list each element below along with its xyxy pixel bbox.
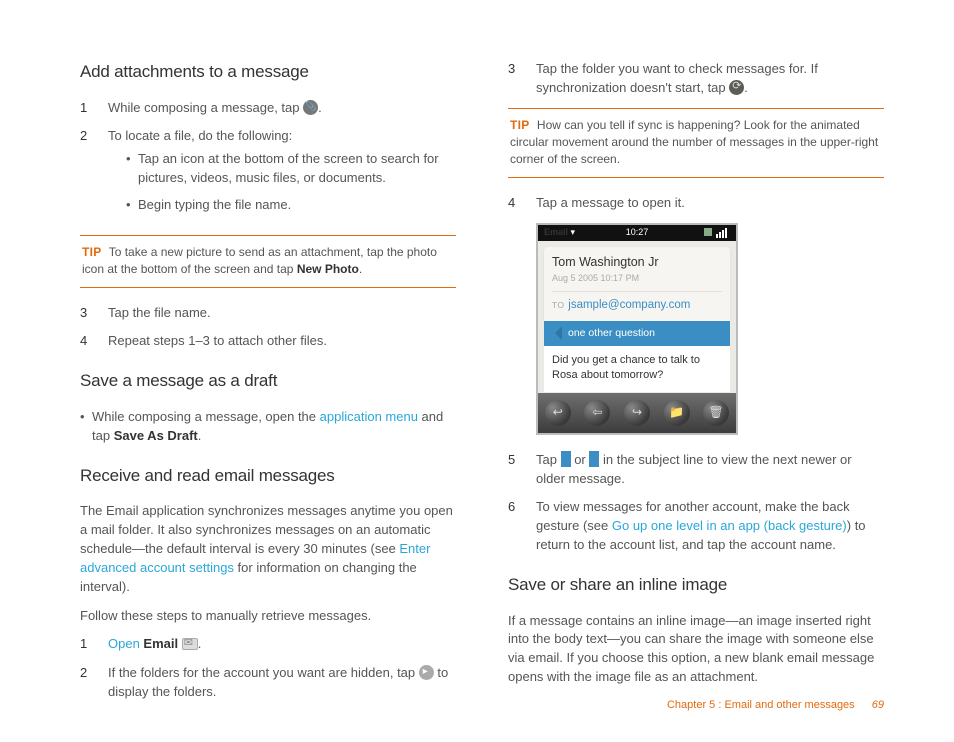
- mail-icon: [182, 638, 198, 650]
- application-menu-link[interactable]: application menu: [320, 409, 418, 424]
- sub-bullets: Tap an icon at the bottom of the screen …: [108, 150, 456, 215]
- phone-date: Aug 5 2005 10:17 PM: [552, 272, 722, 285]
- step-number: 4: [80, 332, 108, 351]
- step-2: 2 To locate a file, do the following: Ta…: [80, 127, 456, 224]
- step-text: While composing a message, tap .: [108, 99, 456, 118]
- bullet-item: While composing a message, open the appl…: [80, 408, 456, 446]
- step-number: 1: [80, 99, 108, 118]
- heading-receive-read: Receive and read email messages: [80, 464, 456, 489]
- paragraph: If a message contains an inline image—an…: [508, 612, 884, 687]
- nav-next-icon: [589, 451, 599, 467]
- chevron-left-icon: [552, 326, 562, 340]
- phone-subject-text: one other question: [568, 326, 655, 341]
- phone-body: Did you get a chance to talk to Rosa abo…: [544, 346, 730, 393]
- phone-screenshot: Email ▾ 10:27 Tom Washington Jr Aug 5 20…: [536, 223, 738, 435]
- folder-icon: 📁: [664, 400, 690, 426]
- step-2: 2 If the folders for the account you wan…: [80, 664, 456, 702]
- right-column: 3 Tap the folder you want to check messa…: [508, 60, 884, 712]
- heading-inline-image: Save or share an inline image: [508, 573, 884, 598]
- phone-sender: Tom Washington Jr: [552, 253, 722, 271]
- step-1: 1 While composing a message, tap .: [80, 99, 456, 118]
- step-number: 1: [80, 635, 108, 654]
- step-3: 3 Tap the folder you want to check messa…: [508, 60, 884, 98]
- paragraph: The Email application synchronizes messa…: [80, 502, 456, 596]
- heading-add-attachments: Add attachments to a message: [80, 60, 456, 85]
- footer-page-number: 69: [872, 699, 884, 711]
- open-link[interactable]: Open: [108, 636, 140, 651]
- step-3: 3 Tap the file name.: [80, 304, 456, 323]
- tip-text: To take a new picture to send as an atta…: [82, 245, 437, 276]
- expand-folder-icon: [419, 665, 434, 680]
- forward-icon: ↪: [624, 400, 650, 426]
- left-column: Add attachments to a message 1 While com…: [80, 60, 456, 712]
- step-number: 6: [508, 498, 536, 555]
- step-number: 4: [508, 194, 536, 213]
- step-text: Tap or in the subject line to view the n…: [536, 451, 884, 489]
- tip-text: How can you tell if sync is happening? L…: [510, 118, 878, 167]
- paragraph: Follow these steps to manually retrieve …: [80, 607, 456, 626]
- tip-label: TIP: [82, 245, 102, 259]
- step-1: 1 Open Email .: [80, 635, 456, 654]
- status-time: 10:27: [538, 226, 736, 239]
- trash-icon: 🗑: [703, 400, 729, 426]
- heading-save-draft: Save a message as a draft: [80, 369, 456, 394]
- step-number: 2: [80, 664, 108, 702]
- step-number: 2: [80, 127, 108, 224]
- tip-box: TIP How can you tell if sync is happenin…: [508, 108, 884, 178]
- back-gesture-link[interactable]: Go up one level in an app (back gesture): [612, 518, 847, 533]
- phone-subject-bar: one other question: [544, 321, 730, 346]
- phone-status-bar: Email ▾ 10:27: [538, 225, 736, 241]
- step-4: 4 Tap a message to open it.: [508, 194, 884, 213]
- step-text: Tap the file name.: [108, 304, 456, 323]
- tip-label: TIP: [510, 118, 530, 132]
- bullet-item: Begin typing the file name.: [108, 196, 456, 215]
- phone-to-row: TO jsample@company.com: [552, 291, 722, 319]
- step-text: To locate a file, do the following: Tap …: [108, 127, 456, 224]
- tip-bold: New Photo: [297, 262, 359, 276]
- phone-toolbar: ↩ ⇦ ↪ 📁 🗑: [538, 393, 736, 433]
- step-number: 3: [80, 304, 108, 323]
- reply-all-icon: ⇦: [584, 400, 610, 426]
- step-text: To view messages for another account, ma…: [536, 498, 884, 555]
- step-6: 6 To view messages for another account, …: [508, 498, 884, 555]
- step-5: 5 Tap or in the subject line to view the…: [508, 451, 884, 489]
- reply-icon: ↩: [545, 400, 571, 426]
- phone-to-label: TO: [552, 299, 564, 311]
- sync-icon: [729, 80, 744, 95]
- step-text: Repeat steps 1–3 to attach other files.: [108, 332, 456, 351]
- step-text: Tap the folder you want to check message…: [536, 60, 884, 98]
- phone-header-card: Tom Washington Jr Aug 5 2005 10:17 PM TO…: [544, 247, 730, 321]
- nav-prev-icon: [561, 451, 571, 467]
- step-number: 5: [508, 451, 536, 489]
- step-text: Tap a message to open it.: [536, 194, 884, 213]
- draft-bullet: While composing a message, open the appl…: [80, 408, 456, 446]
- step-text: Open Email .: [108, 635, 456, 654]
- step-4: 4 Repeat steps 1–3 to attach other files…: [80, 332, 456, 351]
- attach-icon: [303, 100, 318, 115]
- step-number: 3: [508, 60, 536, 98]
- footer-chapter: Chapter 5 : Email and other messages: [667, 699, 855, 711]
- tip-box: TIP To take a new picture to send as an …: [80, 235, 456, 288]
- step-text: If the folders for the account you want …: [108, 664, 456, 702]
- phone-to-email: jsample@company.com: [568, 297, 690, 314]
- page-footer: Chapter 5 : Email and other messages 69: [667, 698, 884, 714]
- bullet-item: Tap an icon at the bottom of the screen …: [108, 150, 456, 188]
